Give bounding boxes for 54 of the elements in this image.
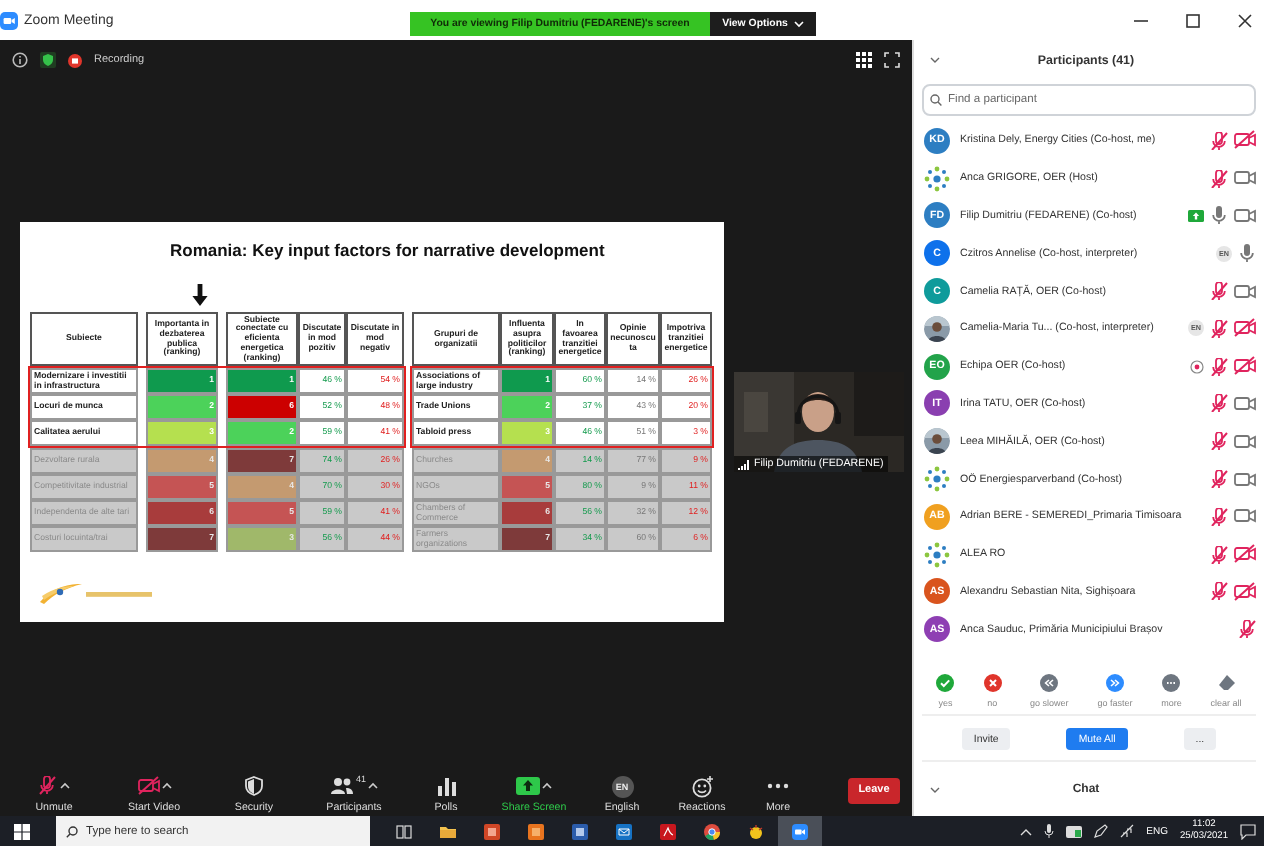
app-icon[interactable] [748, 823, 764, 839]
rewind-icon[interactable] [1040, 674, 1059, 692]
gallery-view-icon[interactable] [856, 52, 872, 68]
fast-forward-icon[interactable] [1105, 674, 1124, 692]
shield-icon [244, 776, 264, 796]
caret-icon[interactable] [368, 782, 378, 790]
fullscreen-icon[interactable] [884, 52, 900, 68]
info-icon[interactable] [12, 52, 28, 68]
collapse-icon[interactable] [930, 785, 940, 793]
share-screen-icon [516, 776, 540, 796]
collapse-icon[interactable] [930, 56, 940, 64]
chevron-up-icon[interactable] [1020, 827, 1033, 835]
notification-icon[interactable] [1240, 823, 1256, 839]
more-icon [766, 782, 790, 790]
search-icon [66, 825, 78, 837]
check-icon[interactable] [936, 674, 955, 692]
network-icon[interactable] [1120, 824, 1135, 838]
microphone-muted-icon [38, 776, 58, 796]
signal-icon [738, 459, 750, 469]
more-icon[interactable] [1162, 674, 1181, 692]
video-camera-icon[interactable] [792, 823, 808, 839]
logo-icon [924, 466, 950, 493]
microphone-icon[interactable] [1044, 824, 1055, 838]
caret-icon[interactable] [161, 782, 171, 790]
folder-icon[interactable] [440, 823, 456, 839]
browser-icon[interactable] [704, 823, 720, 839]
shield-icon[interactable] [40, 52, 56, 68]
bar-chart-icon [437, 776, 455, 796]
people-icon [329, 776, 354, 796]
cross-icon[interactable] [983, 674, 1002, 692]
mail-icon[interactable] [616, 823, 632, 839]
meeting-icon[interactable] [1066, 825, 1083, 837]
down-arrow-icon [192, 284, 208, 306]
pen-icon[interactable] [1094, 824, 1109, 838]
logo-icon [924, 165, 950, 192]
presentation-icon[interactable] [484, 823, 500, 839]
caret-icon [793, 20, 804, 28]
document-icon[interactable] [572, 823, 588, 839]
close-icon[interactable] [1238, 13, 1252, 27]
logo-icon [924, 541, 950, 568]
video-camera-muted-icon [137, 776, 159, 796]
slide-title: Romania: Key input factors for narrative development [170, 240, 605, 260]
caret-icon[interactable] [542, 782, 552, 790]
caret-icon[interactable] [60, 782, 70, 790]
task-view-icon[interactable] [396, 823, 412, 839]
eraser-icon[interactable] [1217, 674, 1236, 692]
app-icon[interactable] [528, 823, 544, 839]
start-icon[interactable] [14, 823, 30, 839]
search-icon [930, 94, 942, 106]
maximize-icon[interactable] [1186, 13, 1200, 27]
smiley-plus-icon [691, 775, 713, 797]
recording-icon[interactable] [68, 53, 82, 67]
logo-icon [38, 582, 154, 606]
pdf-icon[interactable] [660, 823, 676, 839]
